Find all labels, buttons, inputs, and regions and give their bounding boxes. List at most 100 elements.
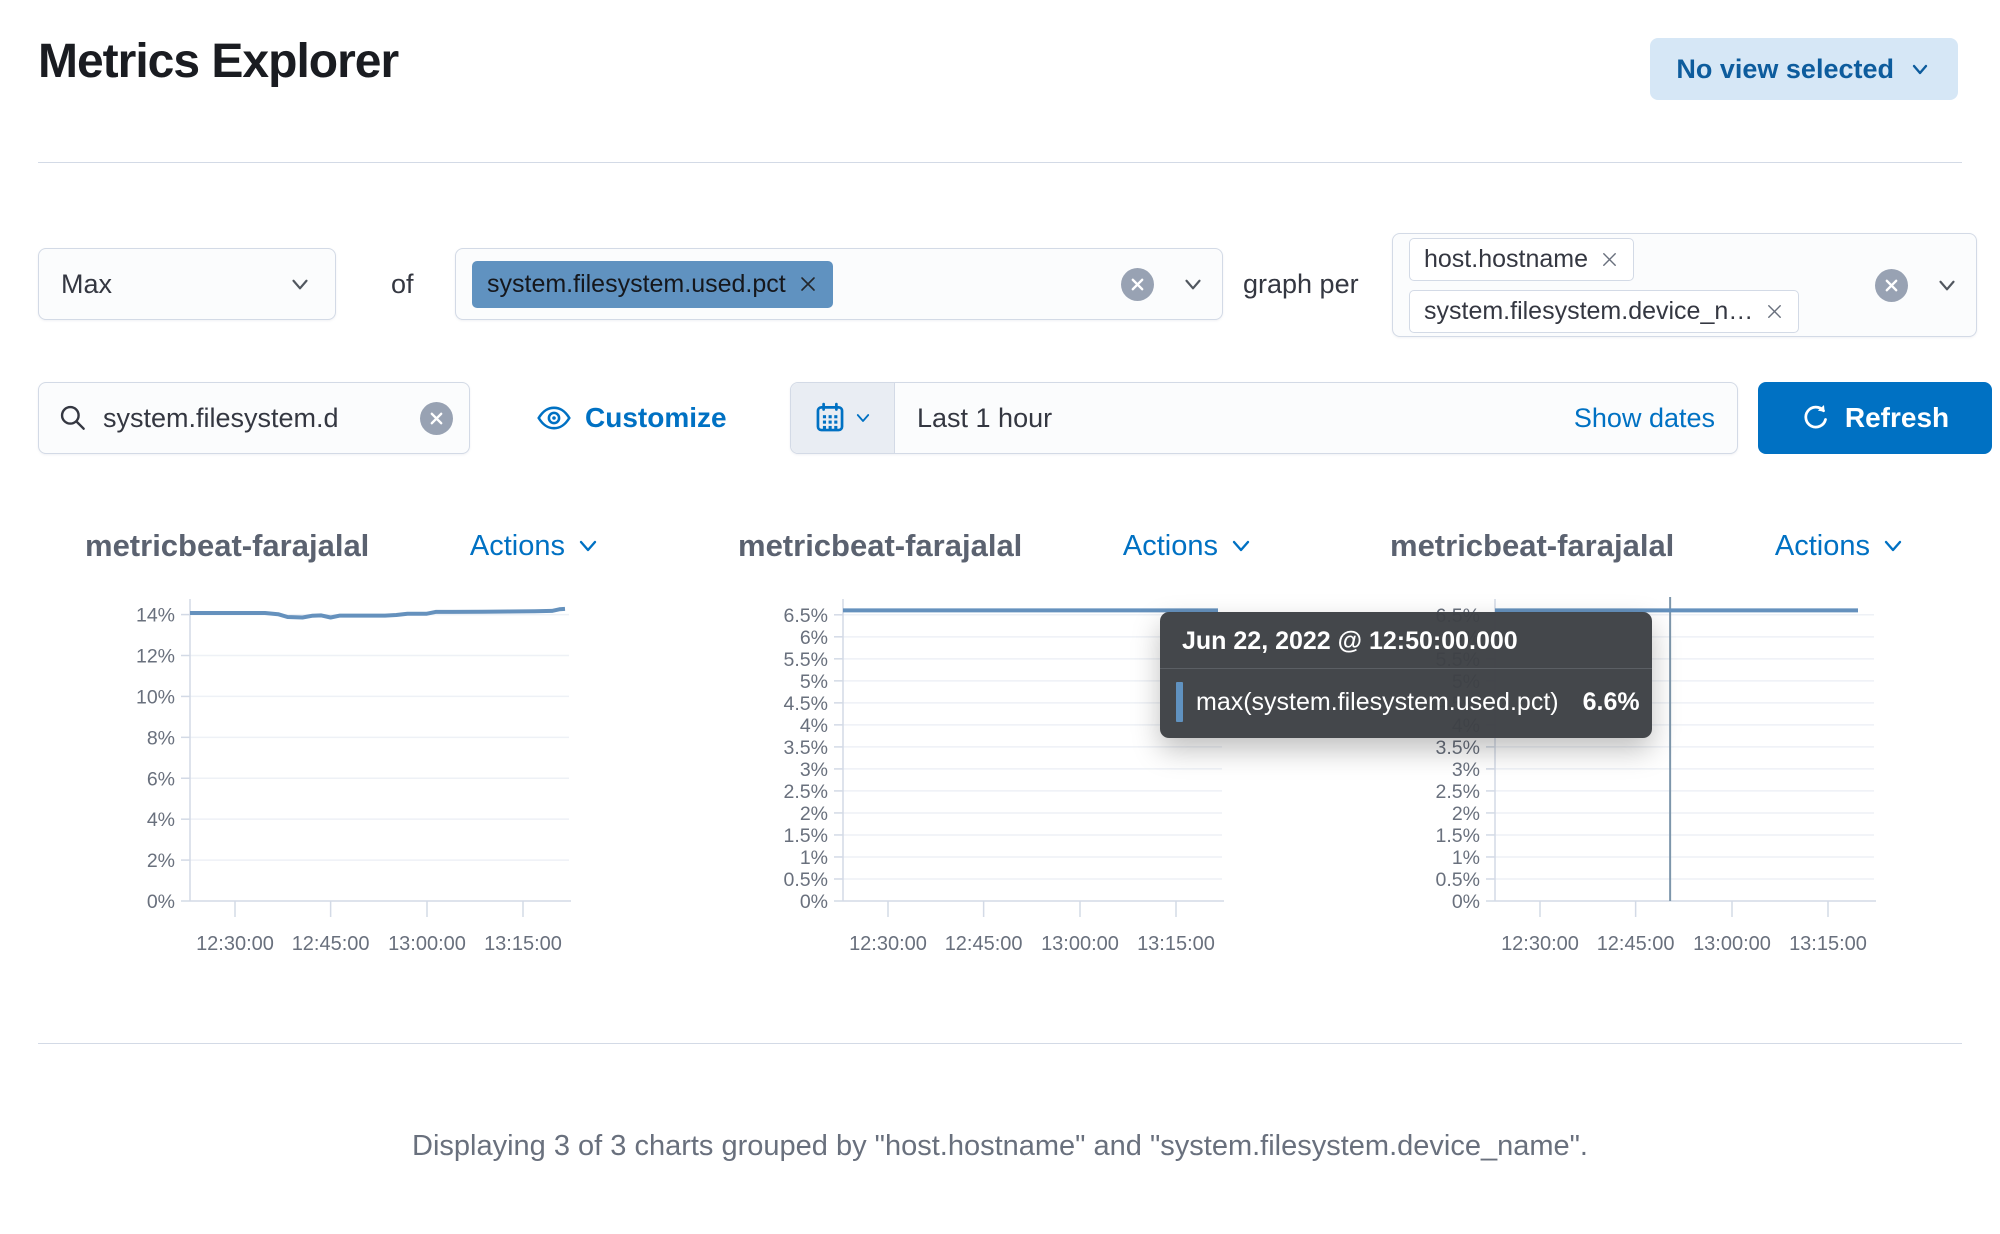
aggregation-select[interactable]: Max: [38, 248, 336, 320]
svg-text:3.5%: 3.5%: [1436, 737, 1480, 759]
metric-badge[interactable]: system.filesystem.used.pct: [472, 261, 833, 308]
page-title: Metrics Explorer: [38, 34, 398, 89]
chevron-down-icon: [576, 534, 600, 558]
metric-chart: metricbeat-farajalal Actions 0% 2% 4% 6% 8% 1…: [85, 524, 600, 967]
charts-summary-text: Displaying 3 of 3 charts grouped by "hos…: [0, 1130, 2000, 1163]
clear-search-icon[interactable]: [420, 402, 453, 435]
svg-text:2%: 2%: [800, 803, 828, 825]
chart-actions-button[interactable]: Actions: [1123, 530, 1253, 563]
chart-title: metricbeat-farajalal: [738, 528, 1022, 564]
metric-field-combobox[interactable]: system.filesystem.used.pct: [455, 248, 1223, 320]
graph-per-label: graph per: [1243, 248, 1359, 320]
header-divider: [38, 162, 1962, 163]
svg-text:2.5%: 2.5%: [1436, 781, 1480, 803]
refresh-button[interactable]: Refresh: [1758, 382, 1992, 454]
chevron-down-icon: [1229, 534, 1253, 558]
remove-badge-icon[interactable]: [1765, 302, 1784, 321]
metrics-explorer-page: Metrics Explorer No view selected Max of…: [0, 0, 2000, 1234]
tooltip-timestamp: Jun 22, 2022 @ 12:50:00.000: [1160, 612, 1652, 669]
svg-text:3.5%: 3.5%: [784, 737, 828, 759]
svg-text:14%: 14%: [136, 605, 175, 627]
chart-actions-button[interactable]: Actions: [470, 530, 600, 563]
svg-text:12:45:00: 12:45:00: [945, 933, 1023, 955]
group-badge-label: host.hostname: [1424, 245, 1588, 274]
remove-badge-icon[interactable]: [798, 274, 818, 294]
clear-selection-icon[interactable]: [1875, 269, 1908, 302]
svg-text:12:30:00: 12:30:00: [849, 933, 927, 955]
series-marker: [1176, 682, 1183, 722]
svg-text:0.5%: 0.5%: [1436, 869, 1480, 891]
search-icon: [57, 402, 89, 434]
svg-text:12:30:00: 12:30:00: [1501, 933, 1579, 955]
svg-text:13:15:00: 13:15:00: [1137, 933, 1215, 955]
chevron-down-icon: [1881, 534, 1905, 558]
quick-select-button[interactable]: [791, 383, 895, 453]
chart-title: metricbeat-farajalal: [85, 528, 369, 564]
svg-text:12:45:00: 12:45:00: [1597, 933, 1675, 955]
svg-text:12%: 12%: [136, 646, 175, 668]
svg-text:6%: 6%: [147, 768, 175, 790]
svg-text:8%: 8%: [147, 727, 175, 749]
svg-text:13:00:00: 13:00:00: [1041, 933, 1119, 955]
search-input[interactable]: system.filesystem.d: [38, 382, 470, 454]
show-dates-button[interactable]: Show dates: [1574, 403, 1715, 434]
customize-button[interactable]: Customize: [536, 382, 727, 454]
svg-text:0%: 0%: [1452, 891, 1480, 913]
chevron-down-icon: [854, 409, 872, 427]
svg-text:12:45:00: 12:45:00: [292, 933, 370, 955]
svg-text:4%: 4%: [800, 715, 828, 737]
chart-tooltip: Jun 22, 2022 @ 12:50:00.000 max(system.f…: [1160, 612, 1652, 738]
chevron-down-icon[interactable]: [1934, 272, 1960, 298]
chevron-down-icon: [1908, 57, 1932, 81]
svg-text:3%: 3%: [800, 759, 828, 781]
svg-text:0%: 0%: [800, 891, 828, 913]
tooltip-value: 6.6%: [1583, 688, 1640, 717]
clear-selection-icon[interactable]: [1121, 268, 1154, 301]
svg-text:4.5%: 4.5%: [784, 693, 828, 715]
chart-title: metricbeat-farajalal: [1390, 528, 1674, 564]
group-badge[interactable]: host.hostname: [1409, 238, 1634, 281]
chevron-down-icon: [287, 271, 313, 297]
svg-text:3%: 3%: [1452, 759, 1480, 781]
svg-text:13:15:00: 13:15:00: [1789, 933, 1867, 955]
metric-chart: metricbeat-farajalal Actions 0%0.5%1%1.5…: [738, 524, 1253, 967]
group-by-combobox[interactable]: host.hostname system.filesystem.device_n…: [1392, 233, 1977, 337]
chevron-down-icon[interactable]: [1180, 271, 1206, 297]
view-selector-button[interactable]: No view selected: [1650, 38, 1958, 100]
svg-text:13:00:00: 13:00:00: [1693, 933, 1771, 955]
svg-text:6.5%: 6.5%: [784, 605, 828, 627]
refresh-label: Refresh: [1845, 402, 1949, 434]
metric-chart: metricbeat-farajalal Actions 0%0.5%1%1.5…: [1390, 524, 1905, 967]
svg-text:13:15:00: 13:15:00: [484, 933, 562, 955]
refresh-icon: [1801, 403, 1831, 433]
footer-divider: [38, 1043, 1962, 1044]
group-badge-label: system.filesystem.device_n…: [1424, 297, 1753, 326]
svg-text:1.5%: 1.5%: [1436, 825, 1480, 847]
eye-icon: [536, 400, 572, 436]
metric-badge-label: system.filesystem.used.pct: [487, 270, 786, 299]
svg-text:6%: 6%: [800, 627, 828, 649]
svg-text:2.5%: 2.5%: [784, 781, 828, 803]
svg-text:4%: 4%: [147, 809, 175, 831]
svg-text:0%: 0%: [147, 891, 175, 913]
group-badge[interactable]: system.filesystem.device_n…: [1409, 290, 1799, 333]
svg-text:12:30:00: 12:30:00: [196, 933, 274, 955]
svg-text:2%: 2%: [147, 850, 175, 872]
remove-badge-icon[interactable]: [1600, 250, 1619, 269]
svg-text:5.5%: 5.5%: [784, 649, 828, 671]
chart-plot-area[interactable]: 0%2%4%6%8%10%12%14%12:30:0012:45:0013:00…: [85, 594, 600, 967]
svg-text:0.5%: 0.5%: [784, 869, 828, 891]
calendar-icon: [813, 401, 847, 435]
svg-text:1%: 1%: [1452, 847, 1480, 869]
svg-text:13:00:00: 13:00:00: [388, 933, 466, 955]
svg-text:2%: 2%: [1452, 803, 1480, 825]
svg-text:1%: 1%: [800, 847, 828, 869]
time-range-picker[interactable]: Last 1 hour Show dates: [790, 382, 1738, 454]
time-range-value[interactable]: Last 1 hour: [917, 403, 1574, 434]
chart-actions-button[interactable]: Actions: [1775, 530, 1905, 563]
view-selector-label: No view selected: [1676, 54, 1894, 85]
of-label: of: [391, 248, 414, 320]
customize-label: Customize: [585, 402, 727, 434]
search-value: system.filesystem.d: [103, 403, 406, 434]
svg-text:1.5%: 1.5%: [784, 825, 828, 847]
